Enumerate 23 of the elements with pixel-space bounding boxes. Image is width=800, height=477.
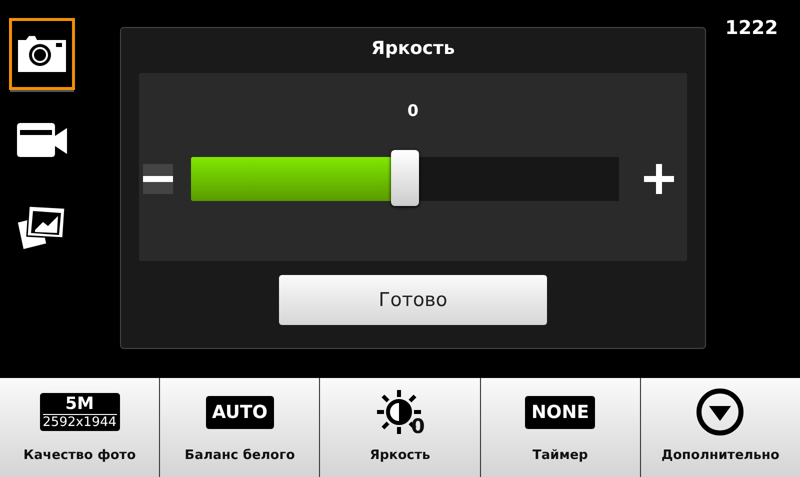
shot-counter: 1222 <box>724 16 779 39</box>
value-badge: NONE <box>525 396 596 428</box>
minus-icon <box>143 176 173 182</box>
dialog-title: Яркость <box>371 38 455 59</box>
brightness-icon <box>375 388 424 436</box>
plus-icon <box>644 164 674 194</box>
quality-badge: 5M 2592x1944 <box>40 393 120 431</box>
setting-button[interactable]: 5M 2592x1944 Качество фото <box>0 378 160 477</box>
value-badge: AUTO <box>206 396 274 428</box>
slider-value: 0 <box>407 101 419 121</box>
video-camera-icon <box>16 122 68 158</box>
setting-button[interactable]: 0 Яркость <box>319 378 480 477</box>
slider-thumb[interactable] <box>391 150 419 206</box>
brightness-value: 0 <box>411 416 425 436</box>
done-button[interactable]: Готово <box>279 275 547 325</box>
dropdown-icon <box>696 388 744 436</box>
setting-button[interactable]: AUTO Баланс белого <box>159 378 320 477</box>
plus-button[interactable] <box>644 164 674 194</box>
setting-button[interactable]: NONE Таймер <box>480 378 640 477</box>
minus-button[interactable] <box>143 164 173 194</box>
setting-button[interactable]: Дополнительно <box>640 378 800 477</box>
camera-icon <box>16 34 68 74</box>
mode-button[interactable] <box>9 18 75 90</box>
